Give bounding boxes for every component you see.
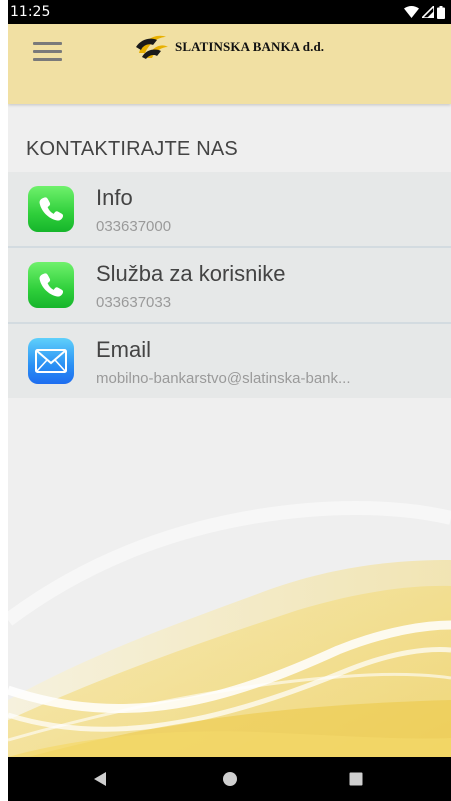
back-icon[interactable]	[70, 757, 130, 801]
contact-title: Služba za korisnike	[96, 261, 286, 286]
contact-list: Info 033637000 Služba za korisnike 03363…	[8, 172, 451, 398]
phone-icon	[28, 186, 74, 232]
background-waves	[8, 501, 451, 757]
signal-icon	[422, 6, 434, 18]
section-title: KONTAKTIRAJTE NAS	[26, 138, 238, 160]
phone-screen: 11:25 SLATINSKA BANKA d.d. KONTAKTIRAJTE…	[8, 0, 451, 801]
contact-title: Email	[96, 337, 152, 362]
hamburger-menu-icon[interactable]	[33, 38, 63, 61]
mail-icon	[28, 338, 74, 384]
contact-title: Info	[96, 185, 133, 210]
bank-name: SLATINSKA BANKA d.d.	[175, 39, 325, 54]
bank-logo: SLATINSKA BANKA d.d.	[133, 30, 324, 64]
contact-item-info[interactable]: Info 033637000	[8, 172, 451, 248]
recents-icon[interactable]	[326, 757, 386, 801]
battery-icon	[437, 5, 445, 19]
contact-item-customer-service[interactable]: Služba za korisnike 033637033	[8, 248, 451, 324]
contact-item-email[interactable]: Email mobilno-bankarstvo@slatinska-bank.…	[8, 324, 451, 398]
wifi-icon	[404, 6, 419, 18]
contact-phone: 033637000	[96, 218, 172, 235]
bank-logo-icon	[136, 35, 168, 59]
status-bar: 11:25	[8, 0, 451, 24]
status-icons	[404, 5, 445, 19]
home-icon[interactable]	[200, 757, 260, 801]
navigation-bar	[8, 757, 451, 801]
status-time: 11:25	[10, 4, 51, 20]
contact-email: mobilno-bankarstvo@slatinska-bank...	[96, 370, 351, 387]
phone-icon	[28, 262, 74, 308]
app-bar: SLATINSKA BANKA d.d.	[8, 24, 451, 104]
contact-phone: 033637033	[96, 294, 172, 311]
